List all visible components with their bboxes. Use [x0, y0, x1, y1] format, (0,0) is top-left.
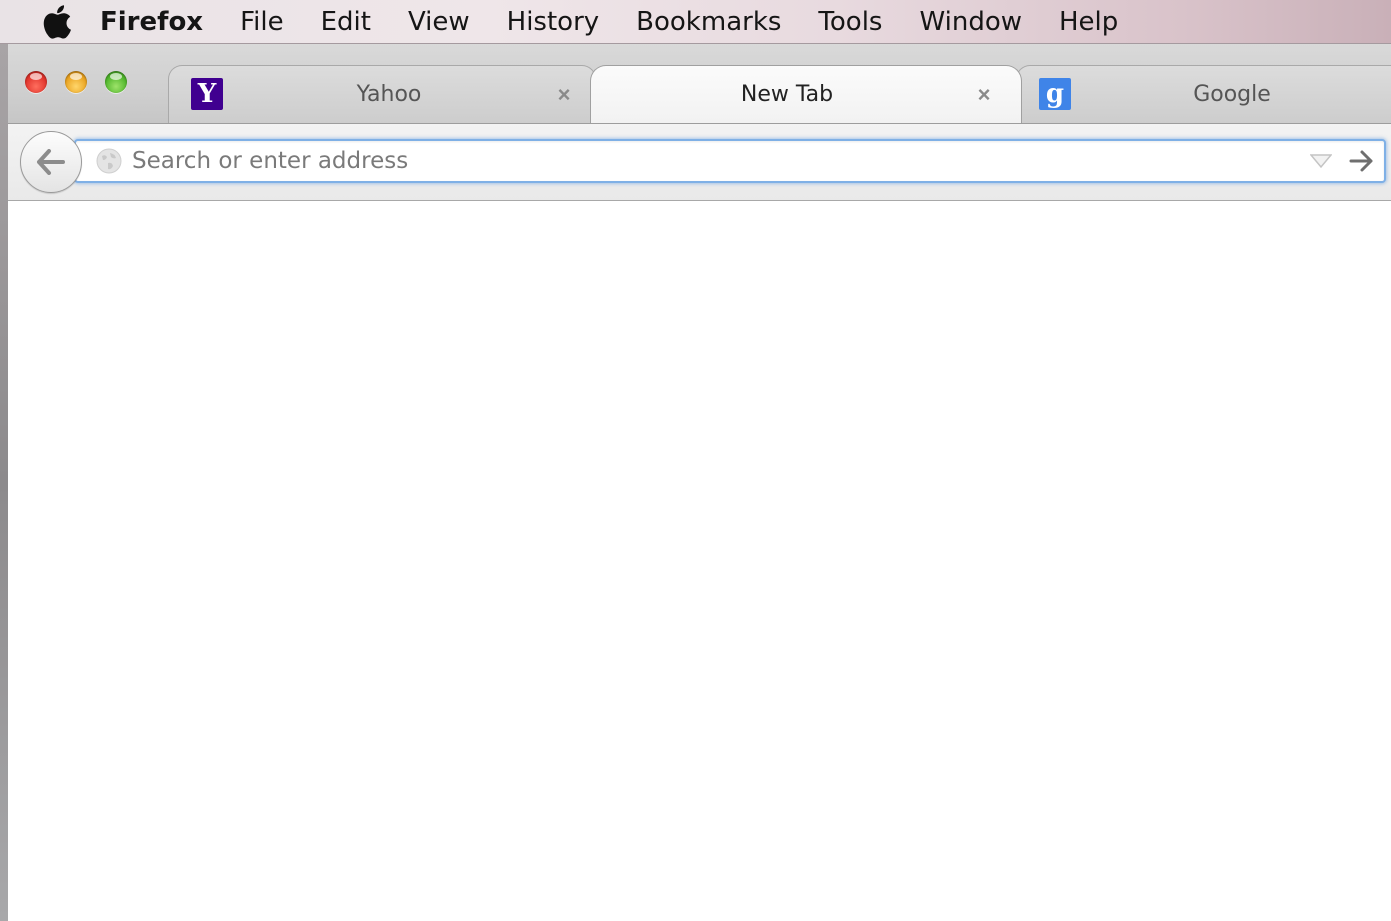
yahoo-favicon-icon: Y — [191, 78, 223, 110]
history-dropdown-icon[interactable] — [1310, 153, 1332, 169]
menu-file[interactable]: File — [240, 0, 284, 44]
page-content[interactable] — [8, 201, 1391, 921]
tab-label: New Tab — [740, 82, 834, 107]
menu-tools[interactable]: Tools — [818, 0, 882, 44]
tab-yahoo[interactable]: Y Yahoo × — [168, 65, 596, 123]
navigation-toolbar — [8, 124, 1391, 201]
menu-help[interactable]: Help — [1059, 0, 1118, 44]
tab-label: Google — [1193, 82, 1271, 107]
tab-label: Yahoo — [356, 82, 422, 107]
close-tab-icon[interactable]: × — [553, 84, 575, 106]
zoom-window-button[interactable] — [105, 71, 127, 93]
close-tab-icon[interactable]: × — [973, 84, 995, 106]
minimize-window-button[interactable] — [65, 71, 87, 93]
close-window-button[interactable] — [25, 71, 47, 93]
menu-view[interactable]: View — [408, 0, 470, 44]
menu-window[interactable]: Window — [919, 0, 1022, 44]
google-favicon-icon: g — [1039, 78, 1071, 110]
browser-window: Y Yahoo × g Google New Tab × — [8, 44, 1391, 921]
menu-app-name[interactable]: Firefox — [100, 0, 203, 44]
apple-icon[interactable] — [38, 4, 74, 40]
tab-strip: Y Yahoo × g Google New Tab × — [8, 44, 1391, 124]
back-arrow-icon — [37, 149, 65, 175]
back-button[interactable] — [20, 131, 82, 193]
menu-history[interactable]: History — [507, 0, 600, 44]
menu-bookmarks[interactable]: Bookmarks — [636, 0, 781, 44]
menu-bar: Firefox File Edit View History Bookmarks… — [0, 0, 1391, 44]
url-bar[interactable] — [74, 139, 1386, 183]
tab-google[interactable]: g Google — [1016, 65, 1391, 123]
tab-new-tab[interactable]: New Tab × — [590, 65, 1022, 123]
menu-edit[interactable]: Edit — [321, 0, 371, 44]
address-input[interactable] — [132, 141, 1282, 181]
globe-icon — [96, 148, 122, 174]
go-arrow-icon[interactable] — [1348, 149, 1374, 173]
